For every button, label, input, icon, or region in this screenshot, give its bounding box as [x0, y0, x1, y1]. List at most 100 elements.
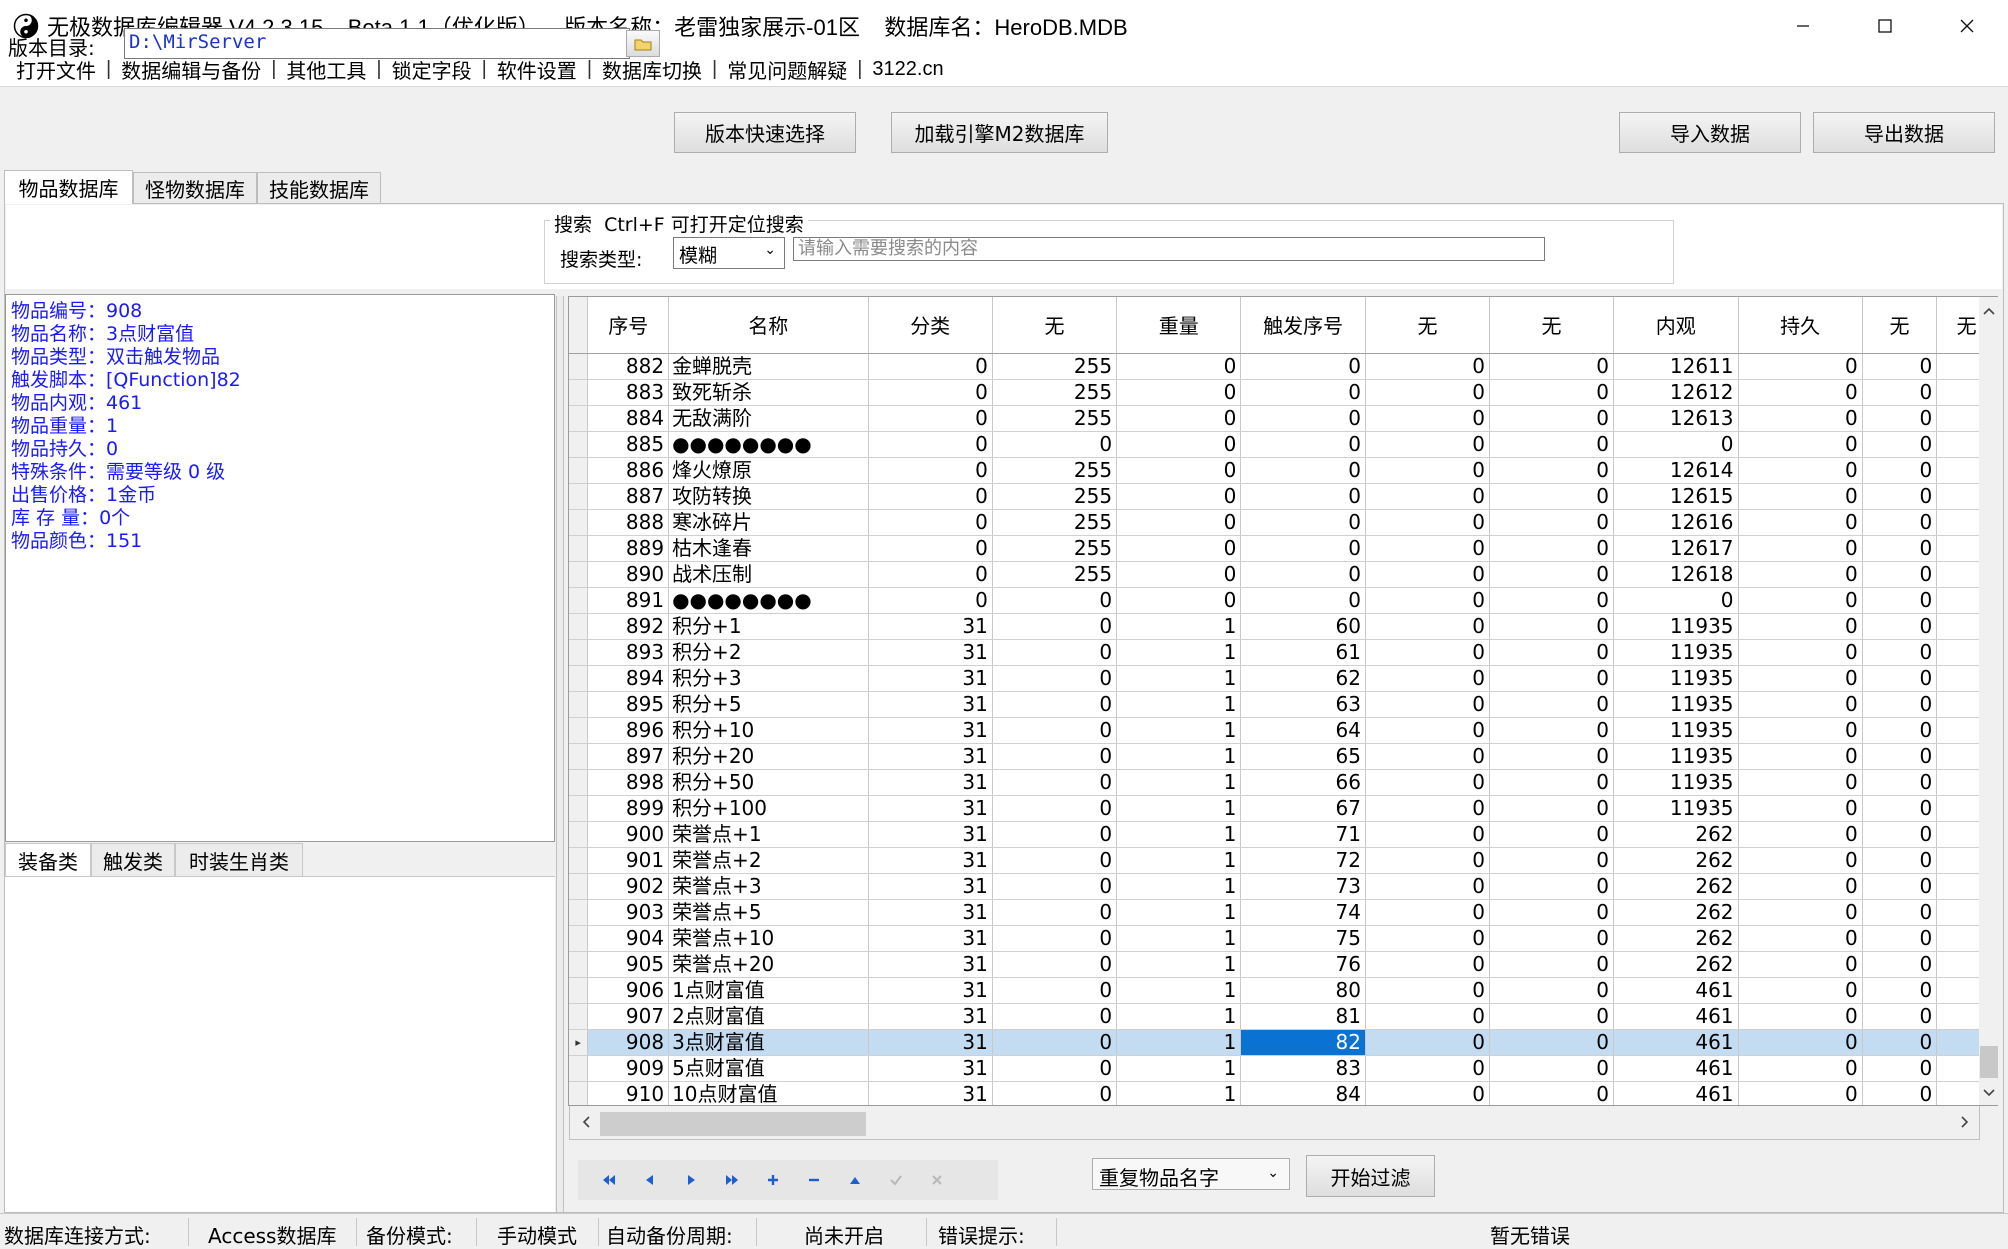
table-cell[interactable]: 0 — [1365, 1029, 1490, 1056]
column-header[interactable]: 无 — [992, 297, 1118, 354]
table-cell[interactable]: 0 — [1116, 457, 1242, 484]
table-cell[interactable]: 0 — [1862, 561, 1938, 588]
table-cell[interactable]: 1 — [1116, 717, 1242, 744]
table-cell[interactable]: 荣誉点+20 — [668, 951, 869, 978]
row-indicator[interactable] — [569, 483, 589, 510]
table-cell[interactable]: 0 — [1738, 665, 1863, 692]
table-cell[interactable]: 0 — [1240, 353, 1366, 380]
table-cell[interactable]: 0 — [1489, 587, 1615, 614]
table-cell[interactable]: 1 — [1116, 925, 1242, 952]
vertical-scrollbar[interactable] — [1979, 297, 1999, 1105]
table-cell[interactable]: 63 — [1240, 691, 1366, 718]
row-indicator[interactable] — [569, 535, 589, 562]
table-cell[interactable]: 0 — [1489, 925, 1615, 952]
row-indicator[interactable] — [569, 847, 589, 874]
nav-first-button[interactable] — [588, 1165, 629, 1195]
table-cell[interactable]: 255 — [992, 483, 1118, 510]
row-indicator[interactable] — [569, 457, 589, 484]
table-cell[interactable]: 905 — [587, 951, 670, 978]
table-row[interactable]: 895 积分+5 31 0 1 63 0 0 11935 0 0 — [569, 691, 1997, 718]
table-cell[interactable]: 1 — [1116, 977, 1242, 1004]
table-row[interactable]: 891 ●●●●●●●● 0 0 0 0 0 0 0 0 0 — [569, 587, 1997, 614]
table-cell[interactable]: 0 — [1862, 847, 1938, 874]
table-cell[interactable]: 255 — [992, 353, 1118, 380]
table-cell[interactable]: 0 — [992, 691, 1118, 718]
table-cell[interactable]: 31 — [868, 639, 993, 666]
table-cell[interactable]: 0 — [1365, 951, 1490, 978]
tab-item-db[interactable]: 物品数据库 — [4, 170, 133, 204]
table-cell[interactable]: 0 — [1862, 535, 1938, 562]
table-cell[interactable]: 1 — [1116, 613, 1242, 640]
table-cell[interactable]: 0 — [1738, 925, 1863, 952]
table-cell[interactable]: 0 — [1365, 925, 1490, 952]
table-cell[interactable]: 1 — [1116, 847, 1242, 874]
table-cell[interactable]: 0 — [1116, 353, 1242, 380]
table-cell[interactable]: 0 — [992, 1081, 1118, 1105]
column-header[interactable]: 序号 — [587, 297, 670, 354]
table-row[interactable]: 901 荣誉点+2 31 0 1 72 0 0 262 0 0 — [569, 847, 1997, 874]
table-cell[interactable]: 0 — [992, 587, 1118, 614]
table-cell[interactable]: 0 — [1862, 1003, 1938, 1030]
table-cell[interactable]: 11935 — [1613, 613, 1739, 640]
table-cell[interactable]: 0 — [868, 457, 993, 484]
table-cell[interactable]: 910 — [587, 1081, 670, 1105]
table-cell[interactable]: 908 — [587, 1029, 670, 1056]
table-cell[interactable]: 11935 — [1613, 769, 1739, 796]
table-cell[interactable]: 积分+10 — [668, 717, 869, 744]
table-cell[interactable]: 0 — [1489, 821, 1615, 848]
table-cell[interactable]: 0 — [1489, 561, 1615, 588]
table-cell[interactable]: 31 — [868, 691, 993, 718]
row-indicator[interactable] — [569, 561, 589, 588]
search-input[interactable]: 请输入需要搜索的内容 — [793, 237, 1545, 261]
table-row[interactable]: 890 战术压制 0 255 0 0 0 0 12618 0 0 — [569, 561, 1997, 588]
table-cell[interactable]: 11935 — [1613, 639, 1739, 666]
table-cell[interactable]: 0 — [1365, 483, 1490, 510]
table-cell[interactable]: 11935 — [1613, 743, 1739, 770]
table-cell[interactable]: 1 — [1116, 821, 1242, 848]
table-cell[interactable]: 11935 — [1613, 717, 1739, 744]
table-cell[interactable]: 899 — [587, 795, 670, 822]
table-cell[interactable]: 荣誉点+10 — [668, 925, 869, 952]
table-cell[interactable]: 0 — [1489, 639, 1615, 666]
row-indicator[interactable] — [569, 925, 589, 952]
table-cell[interactable]: 888 — [587, 509, 670, 536]
table-cell[interactable]: 0 — [1738, 847, 1863, 874]
table-cell[interactable]: 0 — [1862, 821, 1938, 848]
table-cell[interactable]: 31 — [868, 821, 993, 848]
table-cell[interactable]: 0 — [1862, 795, 1938, 822]
table-cell[interactable]: 1 — [1116, 691, 1242, 718]
table-cell[interactable]: 887 — [587, 483, 670, 510]
menu-website[interactable]: 3122.cn — [864, 58, 951, 81]
table-cell[interactable]: 0 — [1489, 535, 1615, 562]
horizontal-scroll-thumb[interactable] — [600, 1112, 866, 1136]
column-header[interactable]: 分类 — [868, 297, 993, 354]
row-indicator[interactable] — [569, 795, 589, 822]
table-cell[interactable]: 0 — [1489, 795, 1615, 822]
table-cell[interactable]: 0 — [1240, 561, 1366, 588]
table-cell[interactable]: 900 — [587, 821, 670, 848]
table-cell[interactable]: 0 — [1365, 561, 1490, 588]
table-cell[interactable]: 0 — [1738, 405, 1863, 432]
table-cell[interactable]: 0 — [1489, 899, 1615, 926]
table-cell[interactable]: 0 — [1489, 769, 1615, 796]
table-cell[interactable]: 262 — [1613, 873, 1739, 900]
row-indicator[interactable] — [569, 405, 589, 432]
table-cell[interactable]: 31 — [868, 899, 993, 926]
table-cell[interactable]: 31 — [868, 769, 993, 796]
table-cell[interactable]: 0 — [1240, 457, 1366, 484]
table-row[interactable]: 882 金蝉脱壳 0 255 0 0 0 0 12611 0 0 — [569, 353, 1997, 380]
table-cell[interactable]: 0 — [1862, 613, 1938, 640]
nav-next-button[interactable] — [670, 1165, 711, 1195]
table-row[interactable]: 888 寒冰碎片 0 255 0 0 0 0 12616 0 0 — [569, 509, 1997, 536]
table-cell[interactable]: 81 — [1240, 1003, 1366, 1030]
table-cell[interactable]: 0 — [1738, 535, 1863, 562]
load-m2-db-button[interactable]: 加载引擎M2数据库 — [891, 112, 1108, 153]
table-cell[interactable]: 890 — [587, 561, 670, 588]
tab-equipment[interactable]: 装备类 — [5, 843, 91, 876]
table-cell[interactable]: 0 — [1365, 665, 1490, 692]
row-indicator[interactable] — [569, 821, 589, 848]
column-header[interactable]: 无 — [1489, 297, 1615, 354]
table-cell[interactable]: 461 — [1613, 1081, 1739, 1105]
table-cell[interactable]: 0 — [1489, 431, 1615, 458]
table-cell[interactable]: 31 — [868, 951, 993, 978]
